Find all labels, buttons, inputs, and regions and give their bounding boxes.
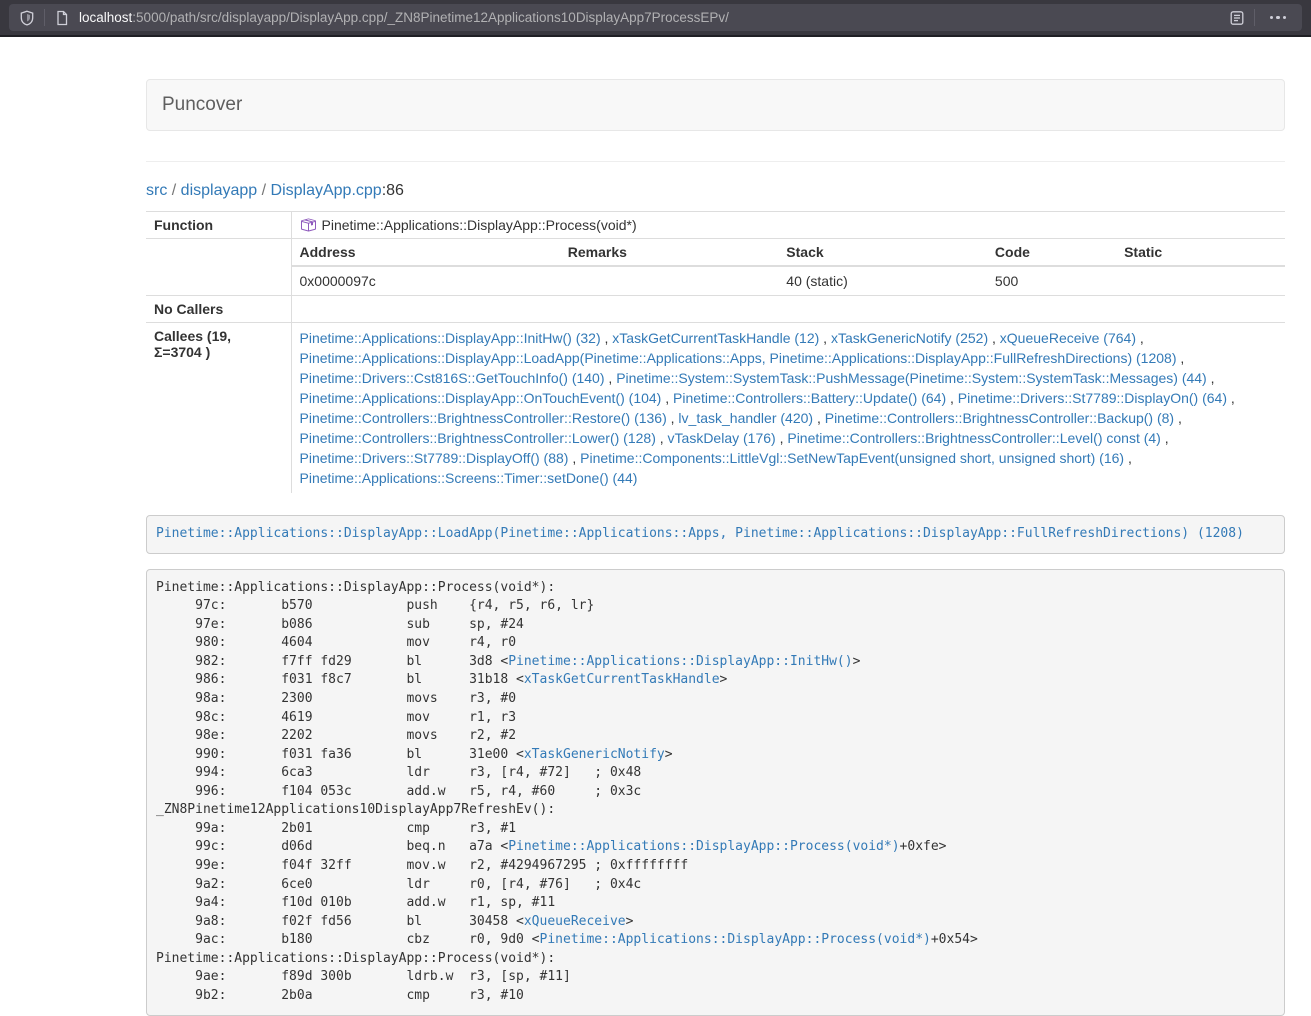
static-value: [1116, 266, 1285, 295]
callee-link[interactable]: Pinetime::Controllers::BrightnessControl…: [300, 410, 667, 426]
callee-link[interactable]: Pinetime::Applications::DisplayApp::OnTo…: [300, 390, 662, 406]
callee-separator: ,: [776, 430, 788, 446]
callee-link[interactable]: Pinetime::Applications::Screens::Timer::…: [300, 470, 638, 486]
disassembly-symbol-link[interactable]: Pinetime::Applications::DisplayApp::Proc…: [540, 932, 931, 947]
callee-separator: ,: [601, 330, 613, 346]
disassembly-symbol-link[interactable]: xQueueReceive: [524, 914, 626, 929]
callee-separator: ,: [1124, 450, 1132, 466]
snippet-box: Pinetime::Applications::DisplayApp::Load…: [146, 515, 1285, 554]
callee-link[interactable]: lv_task_handler (420): [678, 410, 813, 426]
page-container: Puncover src / displayapp / DisplayApp.c…: [146, 79, 1285, 1016]
callee-separator: ,: [661, 390, 673, 406]
stack-value: 40 (static): [778, 266, 987, 295]
url-bar-divider: [44, 9, 45, 26]
col-header-static: Static: [1116, 239, 1285, 266]
callee-link[interactable]: Pinetime::Controllers::BrightnessControl…: [300, 430, 656, 446]
browser-address-bar: localhost:5000/path/src/displayapp/Displ…: [0, 0, 1311, 37]
callee-link[interactable]: xTaskGetCurrentTaskHandle (12): [612, 330, 819, 346]
function-name: Pinetime::Applications::DisplayApp::Proc…: [322, 217, 637, 233]
url-bar[interactable]: localhost:5000/path/src/displayapp/Displ…: [9, 4, 1302, 31]
table-row-details: Address Remarks Stack Code Static 0x0000…: [146, 239, 1285, 296]
callee-link[interactable]: Pinetime::Controllers::BrightnessControl…: [787, 430, 1160, 446]
no-callers-header: No Callers: [146, 296, 291, 323]
details-table: Address Remarks Stack Code Static 0x0000…: [292, 239, 1286, 295]
package-cube-icon: [300, 217, 316, 233]
empty-row-header: [146, 239, 291, 296]
disassembly-symbol-link[interactable]: Pinetime::Applications::DisplayApp::Proc…: [508, 839, 899, 854]
url-host: localhost: [79, 10, 132, 25]
table-row-function: Function Pinetime::Applications::Display…: [146, 212, 1285, 239]
more-icon[interactable]: [1264, 16, 1293, 20]
callee-separator: ,: [946, 390, 958, 406]
remarks-value: [560, 266, 779, 295]
address-value: 0x0000097c: [292, 266, 560, 295]
callee-separator: ,: [819, 330, 831, 346]
col-header-stack: Stack: [778, 239, 987, 266]
details-header-row: Address Remarks Stack Code Static: [292, 239, 1286, 266]
col-header-remarks: Remarks: [560, 239, 779, 266]
app-title[interactable]: Puncover: [162, 94, 242, 116]
callees-header: Callees (19, Σ=3704 ): [146, 323, 291, 494]
callee-separator: ,: [605, 370, 617, 386]
symbol-table: Function Pinetime::Applications::Display…: [146, 211, 1285, 493]
disassembly-symbol-link[interactable]: xTaskGenericNotify: [524, 747, 665, 762]
details-value-row: 0x0000097c 40 (static) 500: [292, 266, 1286, 295]
callee-link[interactable]: xTaskGenericNotify (252): [831, 330, 988, 346]
page-icon[interactable]: [54, 10, 70, 26]
callee-separator: ,: [1136, 330, 1144, 346]
col-header-code: Code: [987, 239, 1116, 266]
disassembly-symbol-link[interactable]: xTaskGetCurrentTaskHandle: [524, 672, 720, 687]
callee-separator: ,: [988, 330, 1000, 346]
callee-separator: ,: [1207, 370, 1215, 386]
callee-link[interactable]: Pinetime::Controllers::Battery::Update()…: [673, 390, 946, 406]
url-path: :5000/path/src/displayapp/DisplayApp.cpp…: [132, 10, 729, 25]
disassembly-box: Pinetime::Applications::DisplayApp::Proc…: [146, 569, 1285, 1016]
breadcrumb-separator: /: [257, 182, 270, 199]
shield-icon[interactable]: [19, 10, 35, 26]
snippet-link[interactable]: Pinetime::Applications::DisplayApp::Load…: [156, 526, 1244, 541]
callers-cell: [291, 296, 1285, 323]
callee-separator: ,: [813, 410, 825, 426]
function-row-header: Function: [146, 212, 291, 239]
callee-link[interactable]: vTaskDelay (176): [668, 430, 776, 446]
callee-link[interactable]: Pinetime::System::SystemTask::PushMessag…: [616, 370, 1207, 386]
callee-link[interactable]: Pinetime::Controllers::BrightnessControl…: [825, 410, 1174, 426]
callee-link[interactable]: Pinetime::Applications::DisplayApp::Load…: [300, 350, 1177, 366]
breadcrumb-separator: /: [167, 182, 180, 199]
divider: [146, 161, 1285, 162]
table-row-callers: No Callers: [146, 296, 1285, 323]
breadcrumb-link[interactable]: src: [146, 182, 167, 199]
callee-separator: ,: [1176, 350, 1184, 366]
url-text[interactable]: localhost:5000/path/src/displayapp/Displ…: [79, 10, 1229, 25]
callee-separator: ,: [1161, 430, 1169, 446]
callee-separator: ,: [1174, 410, 1182, 426]
callee-separator: ,: [568, 450, 580, 466]
callee-separator: ,: [656, 430, 668, 446]
breadcrumb-link[interactable]: displayapp: [181, 182, 258, 199]
code-value: 500: [987, 266, 1116, 295]
callee-link[interactable]: Pinetime::Applications::DisplayApp::Init…: [300, 330, 601, 346]
callee-link[interactable]: xQueueReceive (764): [1000, 330, 1136, 346]
url-bar-divider: [1254, 9, 1255, 26]
breadcrumb: src / displayapp / DisplayApp.cpp:86: [146, 182, 1285, 200]
col-header-address: Address: [292, 239, 560, 266]
callee-separator: ,: [667, 410, 679, 426]
navbar: Puncover: [146, 79, 1285, 131]
table-row-callees: Callees (19, Σ=3704 ) Pinetime::Applicat…: [146, 323, 1285, 494]
reader-mode-icon[interactable]: [1229, 10, 1245, 26]
breadcrumb-line-number: :86: [382, 182, 404, 199]
callee-link[interactable]: Pinetime::Drivers::St7789::DisplayOff() …: [300, 450, 569, 466]
callee-link[interactable]: Pinetime::Components::LittleVgl::SetNewT…: [580, 450, 1124, 466]
breadcrumb-link[interactable]: DisplayApp.cpp: [271, 182, 382, 199]
callee-separator: ,: [1227, 390, 1235, 406]
callees-list: Pinetime::Applications::DisplayApp::Init…: [291, 323, 1285, 494]
disassembly-symbol-link[interactable]: Pinetime::Applications::DisplayApp::Init…: [508, 654, 852, 669]
callee-link[interactable]: Pinetime::Drivers::Cst816S::GetTouchInfo…: [300, 370, 605, 386]
callee-link[interactable]: Pinetime::Drivers::St7789::DisplayOn() (…: [958, 390, 1227, 406]
